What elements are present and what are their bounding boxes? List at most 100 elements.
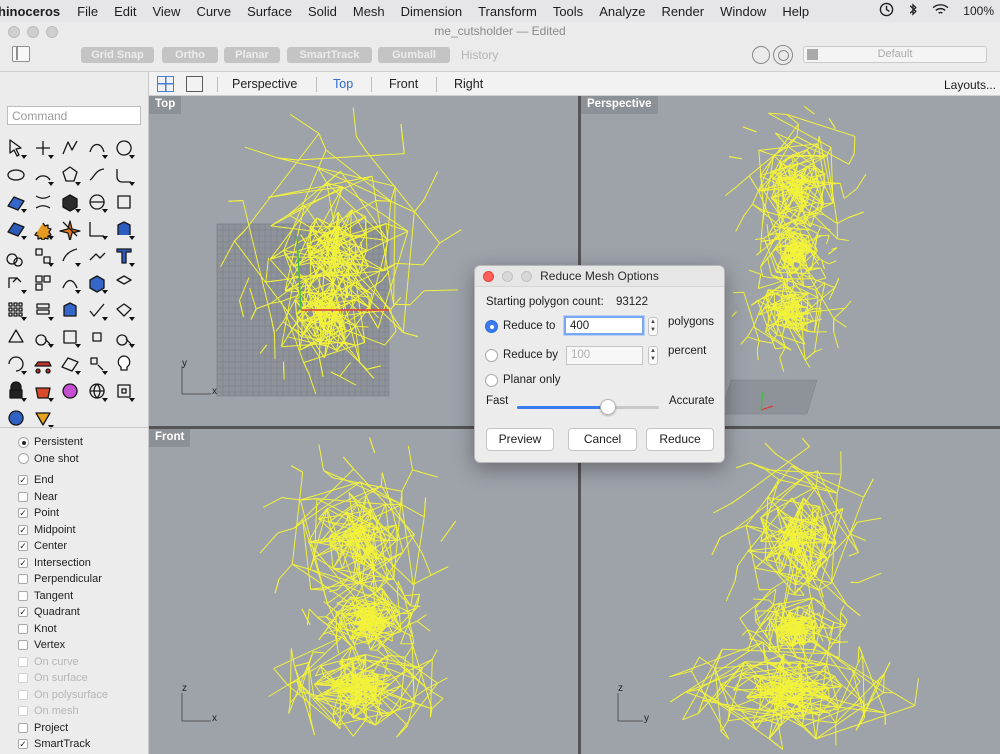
rotate-view-icon[interactable] bbox=[2, 350, 29, 377]
circle-icon[interactable] bbox=[110, 134, 137, 161]
single-viewport-icon[interactable] bbox=[186, 76, 203, 92]
menu-solid[interactable]: Solid bbox=[301, 4, 346, 19]
osnap-checkbox[interactable] bbox=[18, 574, 28, 585]
osnap-item[interactable]: ✓ End bbox=[18, 472, 108, 489]
osnap-item[interactable]: On surface bbox=[18, 670, 108, 687]
move-icon[interactable] bbox=[2, 269, 29, 296]
zoom-window-icon[interactable] bbox=[56, 323, 83, 350]
menu-analyze[interactable]: Analyze bbox=[592, 4, 654, 19]
box-icon[interactable] bbox=[56, 188, 83, 215]
accuracy-slider-track[interactable] bbox=[517, 406, 659, 409]
osnap-mode-persistent[interactable]: Persistent bbox=[18, 434, 108, 451]
osnap-item[interactable]: ✓ Intersection bbox=[18, 555, 108, 572]
osnap-checkbox[interactable] bbox=[18, 689, 28, 700]
group-icon[interactable] bbox=[29, 242, 56, 269]
osnap-item[interactable]: ✓ SmartTrack bbox=[18, 736, 108, 753]
tab-front[interactable]: Front bbox=[389, 77, 418, 91]
menu-tools[interactable]: Tools bbox=[546, 4, 592, 19]
osnap-checkbox[interactable]: ✓ bbox=[18, 541, 28, 552]
ellipse-icon[interactable] bbox=[2, 161, 29, 188]
preview-button[interactable]: Preview bbox=[486, 428, 554, 451]
reduce-button[interactable]: Reduce bbox=[646, 428, 714, 451]
bluetooth-icon[interactable] bbox=[908, 2, 918, 20]
osnap-item[interactable]: Tangent bbox=[18, 588, 108, 605]
reduce-by-radio[interactable] bbox=[485, 349, 498, 362]
analyze-icon[interactable] bbox=[110, 269, 137, 296]
lock-icon[interactable] bbox=[2, 377, 29, 404]
zoom-extents-icon[interactable] bbox=[83, 323, 110, 350]
tab-top[interactable]: Top bbox=[333, 77, 353, 91]
car-icon[interactable] bbox=[29, 350, 56, 377]
accuracy-slider-knob[interactable] bbox=[599, 399, 616, 415]
osnap-mode-radio[interactable] bbox=[18, 436, 29, 448]
grid-snap-toggle[interactable]: Grid Snap bbox=[81, 47, 154, 63]
menu-surface[interactable]: Surface bbox=[240, 4, 301, 19]
dialog-close-button[interactable] bbox=[483, 271, 494, 282]
material-icon[interactable] bbox=[29, 377, 56, 404]
menu-dimension[interactable]: Dimension bbox=[394, 4, 471, 19]
osnap-checkbox[interactable]: ✓ bbox=[18, 557, 28, 568]
check-icon[interactable] bbox=[83, 296, 110, 323]
freeform-icon[interactable] bbox=[83, 161, 110, 188]
join-icon[interactable] bbox=[83, 242, 110, 269]
reduce-to-stepper[interactable]: ▲ ▼ bbox=[648, 317, 658, 336]
osnap-checkbox[interactable]: ✓ bbox=[18, 475, 28, 486]
app-menu[interactable]: hinoceros bbox=[0, 4, 70, 19]
menu-view[interactable]: View bbox=[145, 4, 189, 19]
osnap-checkbox[interactable] bbox=[18, 706, 28, 717]
cylinder-icon[interactable] bbox=[110, 188, 137, 215]
text-icon[interactable] bbox=[110, 242, 137, 269]
explode-icon[interactable] bbox=[56, 215, 83, 242]
osnap-item[interactable]: ✓ Point bbox=[18, 505, 108, 522]
menu-transform[interactable]: Transform bbox=[471, 4, 546, 19]
extrude-icon[interactable] bbox=[110, 215, 137, 242]
ortho-toggle[interactable]: Ortho bbox=[162, 47, 218, 63]
sphere-icon[interactable] bbox=[83, 188, 110, 215]
align-icon[interactable] bbox=[29, 269, 56, 296]
target-icon[interactable] bbox=[773, 45, 793, 65]
planar-only-radio[interactable] bbox=[485, 374, 498, 387]
curve-edit-icon[interactable] bbox=[56, 269, 83, 296]
osnap-checkbox[interactable] bbox=[18, 590, 28, 601]
osnap-item[interactable]: Knot bbox=[18, 621, 108, 638]
properties-icon[interactable] bbox=[110, 377, 137, 404]
trim-icon[interactable] bbox=[83, 215, 110, 242]
globe-icon[interactable] bbox=[83, 377, 110, 404]
boolean-icon[interactable] bbox=[2, 242, 29, 269]
menu-file[interactable]: File bbox=[70, 4, 107, 19]
osnap-item[interactable]: Project bbox=[18, 720, 108, 737]
viewport-label-front[interactable]: Front bbox=[149, 429, 191, 447]
layouts-button[interactable]: Layouts... bbox=[944, 78, 996, 92]
osnap-checkbox[interactable]: ✓ bbox=[18, 524, 28, 535]
command-input[interactable]: Command bbox=[7, 106, 141, 125]
osnap-item[interactable]: Perpendicular bbox=[18, 571, 108, 588]
osnap-item[interactable]: Near bbox=[18, 489, 108, 506]
wifi-icon[interactable] bbox=[932, 3, 949, 19]
osnap-item[interactable]: ✓ Midpoint bbox=[18, 522, 108, 539]
menu-window[interactable]: Window bbox=[713, 4, 775, 19]
solid-edit-icon[interactable] bbox=[83, 269, 110, 296]
arc-icon[interactable] bbox=[29, 161, 56, 188]
history-toggle[interactable]: History bbox=[461, 48, 498, 62]
menu-mesh[interactable]: Mesh bbox=[346, 4, 394, 19]
rebuild-icon[interactable] bbox=[56, 242, 83, 269]
render-grid-icon[interactable] bbox=[56, 350, 83, 377]
gear-icon[interactable] bbox=[29, 215, 56, 242]
osnap-checkbox[interactable]: ✓ bbox=[18, 607, 28, 618]
zoom-icon[interactable] bbox=[29, 323, 56, 350]
loft-icon[interactable] bbox=[29, 188, 56, 215]
reduce-to-radio[interactable] bbox=[485, 320, 498, 333]
osnap-item[interactable]: On curve bbox=[18, 654, 108, 671]
osnap-item[interactable]: ✓ Quadrant bbox=[18, 604, 108, 621]
osnap-mode-radio[interactable] bbox=[18, 453, 29, 465]
osnap-checkbox[interactable] bbox=[18, 656, 28, 667]
dimension-icon[interactable] bbox=[2, 323, 29, 350]
zoom-out-icon[interactable] bbox=[110, 323, 137, 350]
reduce-by-label[interactable]: Reduce by bbox=[503, 349, 558, 361]
point-icon[interactable] bbox=[29, 134, 56, 161]
osnap-mode-one-shot[interactable]: One shot bbox=[18, 451, 108, 468]
osnap-checkbox[interactable] bbox=[18, 722, 28, 733]
osnap-checkbox[interactable]: ✓ bbox=[18, 508, 28, 519]
osnap-item[interactable]: Vertex bbox=[18, 637, 108, 654]
cancel-button[interactable]: Cancel bbox=[568, 428, 637, 451]
